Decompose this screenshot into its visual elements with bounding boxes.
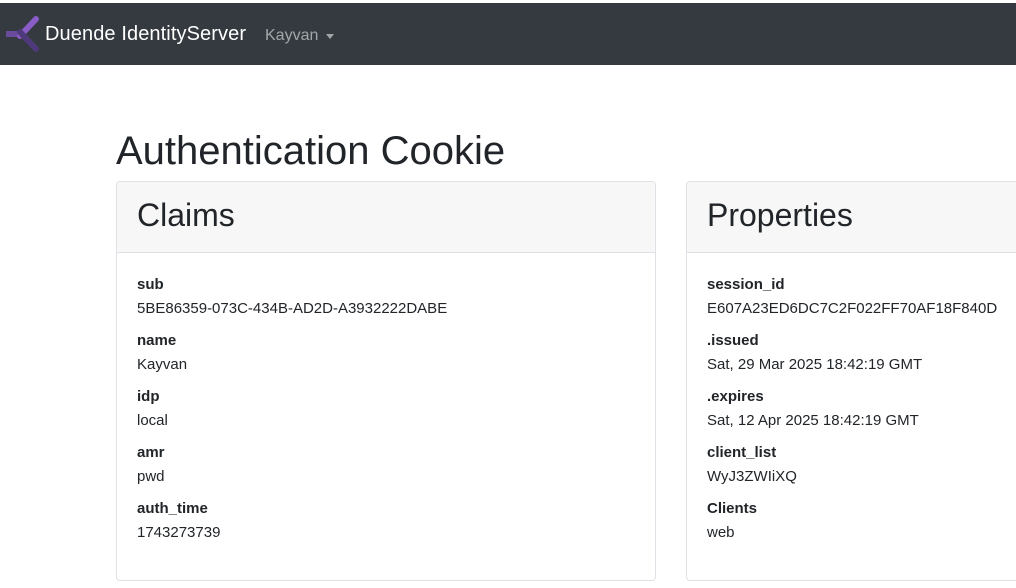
page-title: Authentication Cookie: [116, 129, 506, 173]
property-item: session_id E607A23ED6DC7C2F022FF70AF18F8…: [707, 275, 1016, 331]
property-item: client_list WyJ3ZWIiXQ: [707, 443, 1016, 499]
property-value: web: [707, 524, 735, 541]
claims-list: sub 5BE86359-073C-434B-AD2D-A3932222DABE…: [117, 253, 655, 555]
claim-value: Kayvan: [137, 356, 188, 373]
claim-item: name Kayvan: [137, 331, 655, 387]
claim-value: 5BE86359-073C-434B-AD2D-A3932222DABE: [137, 300, 448, 317]
claim-item: amr pwd: [137, 443, 655, 499]
user-menu-label: Kayvan: [265, 27, 319, 44]
claim-key: amr: [137, 444, 165, 461]
property-key: .issued: [707, 332, 759, 349]
property-value: WyJ3ZWIiXQ: [707, 468, 797, 485]
properties-card-header: Properties: [687, 182, 1016, 253]
user-menu-dropdown[interactable]: Kayvan: [265, 25, 335, 47]
claim-item: auth_time 1743273739: [137, 499, 655, 555]
claim-value: local: [137, 412, 168, 429]
brand-name: Duende IdentityServer: [45, 23, 247, 45]
duende-logo-icon: [6, 16, 39, 52]
claims-card: Claims sub 5BE86359-073C-434B-AD2D-A3932…: [116, 181, 656, 581]
property-key: session_id: [707, 276, 785, 293]
property-item: .issued Sat, 29 Mar 2025 18:42:19 GMT: [707, 331, 1016, 387]
claim-key: idp: [137, 388, 160, 405]
claim-value: pwd: [137, 468, 165, 485]
property-value: E607A23ED6DC7C2F022FF70AF18F840D: [707, 300, 998, 317]
property-key: client_list: [707, 444, 777, 461]
property-value: Sat, 29 Mar 2025 18:42:19 GMT: [707, 356, 923, 373]
properties-heading: Properties: [707, 197, 853, 233]
claim-key: auth_time: [137, 500, 208, 517]
properties-card: Properties session_id E607A23ED6DC7C2F02…: [686, 181, 1016, 581]
caret-down-icon: [326, 33, 335, 39]
property-item: .expires Sat, 12 Apr 2025 18:42:19 GMT: [707, 387, 1016, 443]
property-key: .expires: [707, 388, 764, 405]
properties-list: session_id E607A23ED6DC7C2F022FF70AF18F8…: [687, 253, 1016, 555]
property-value: Sat, 12 Apr 2025 18:42:19 GMT: [707, 412, 919, 429]
claim-value: 1743273739: [137, 524, 221, 541]
property-key: Clients: [707, 500, 758, 517]
top-navbar: Duende IdentityServer Kayvan: [0, 3, 1016, 65]
claims-card-header: Claims: [117, 182, 655, 253]
claim-item: idp local: [137, 387, 655, 443]
claim-item: sub 5BE86359-073C-434B-AD2D-A3932222DABE: [137, 275, 655, 331]
brand-home-link[interactable]: Duende IdentityServer: [6, 15, 246, 53]
claim-key: sub: [137, 276, 164, 293]
property-item: Clients web: [707, 499, 1016, 555]
claims-heading: Claims: [137, 197, 235, 233]
claim-key: name: [137, 332, 177, 349]
